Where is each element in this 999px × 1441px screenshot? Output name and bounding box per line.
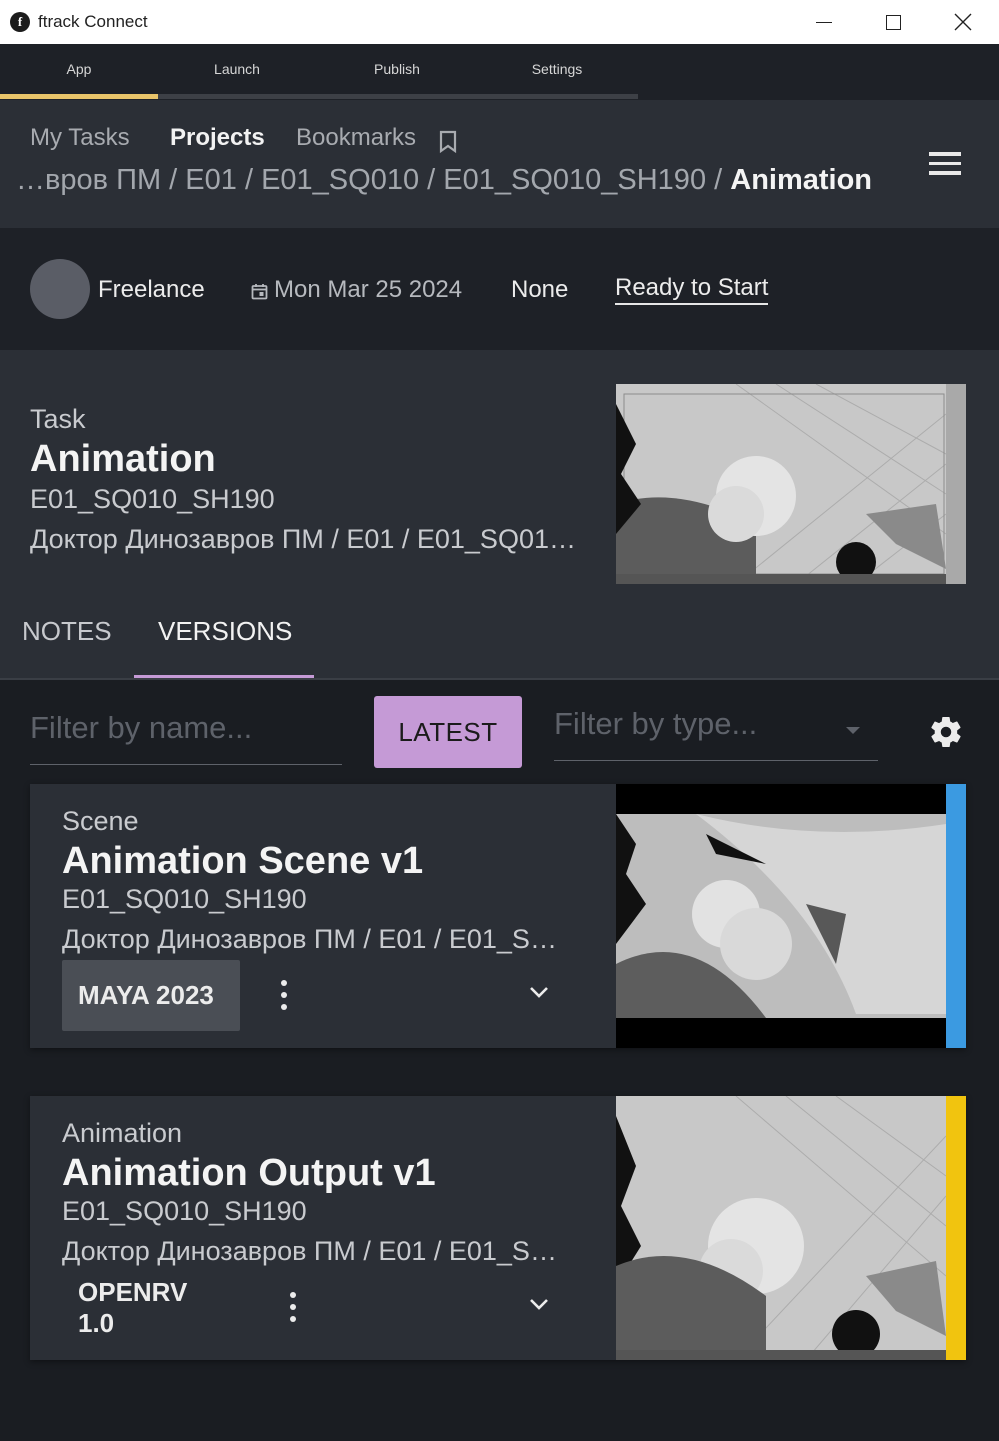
breadcrumb-path[interactable]: …вров ПМ / E01 / E01_SQ010 / E01_SQ010_S…	[16, 164, 730, 196]
version-card[interactable]: Scene Animation Scene v1 E01_SQ010_SH190…	[30, 784, 966, 1048]
tab-versions[interactable]: VERSIONS	[158, 616, 292, 647]
version-path: Доктор Динозавров ПМ / E01 / E01_SQ010 /…	[62, 1236, 576, 1266]
latest-button[interactable]: LATEST	[374, 696, 522, 768]
bookmark-icon[interactable]	[438, 130, 458, 154]
task-thumbnail	[616, 384, 966, 584]
nav-projects[interactable]: Projects	[170, 124, 265, 152]
chevron-down-icon[interactable]	[846, 727, 860, 734]
tab-divider	[0, 678, 999, 680]
maximize-icon	[885, 14, 901, 30]
minimize-icon	[816, 21, 832, 23]
task-name: Animation	[30, 438, 216, 480]
version-shot: E01_SQ010_SH190	[62, 1196, 307, 1226]
task-shot: E01_SQ010_SH190	[30, 484, 275, 514]
hamburger-menu-icon[interactable]	[929, 152, 963, 178]
version-name: Animation Scene v1	[62, 840, 424, 882]
top-tab-track	[0, 94, 638, 99]
minimize-button[interactable]	[789, 0, 859, 44]
navigation-header: My Tasks Projects Bookmarks …вров ПМ / E…	[0, 100, 999, 228]
avatar	[30, 259, 90, 319]
gear-icon[interactable]	[928, 714, 964, 750]
more-options-icon[interactable]	[289, 1292, 297, 1322]
version-shot: E01_SQ010_SH190	[62, 884, 307, 914]
chevron-down-icon[interactable]	[528, 984, 550, 1000]
launch-app-button[interactable]: MAYA 2023	[62, 960, 240, 1031]
active-tab-indicator	[0, 94, 158, 99]
tab-launch[interactable]: Launch	[158, 44, 316, 94]
nav-my-tasks[interactable]: My Tasks	[30, 124, 130, 152]
filter-by-type-select[interactable]: Filter by type...	[554, 700, 878, 761]
due-date: Mon Mar 25 2024	[274, 276, 463, 303]
version-thumbnail	[616, 1096, 946, 1360]
top-tab-bar: App Launch Publish Settings	[0, 44, 999, 100]
chevron-down-icon[interactable]	[528, 1296, 550, 1312]
nav-bookmarks[interactable]: Bookmarks	[296, 124, 416, 152]
close-window-button[interactable]	[928, 0, 998, 44]
status-link[interactable]: Ready to Start	[615, 274, 769, 305]
window-title: ftrack Connect	[38, 12, 148, 31]
task-details: Task Animation E01_SQ010_SH190 Доктор Ди…	[0, 350, 999, 680]
breadcrumb-current: Animation	[730, 164, 873, 196]
launch-app-button[interactable]: OPENRV 1.0	[62, 1272, 236, 1343]
close-icon	[954, 13, 972, 31]
tab-settings[interactable]: Settings	[478, 44, 636, 94]
version-path: Доктор Динозавров ПМ / E01 / E01_SQ010 /…	[62, 924, 576, 954]
filter-by-name-input[interactable]: Filter by name...	[30, 700, 342, 765]
version-type: Scene	[62, 806, 139, 836]
version-type: Animation	[62, 1118, 183, 1148]
calendar-icon	[251, 284, 268, 300]
version-status-strip	[946, 784, 966, 1048]
version-name: Animation Output v1	[62, 1152, 436, 1194]
version-thumbnail	[616, 784, 946, 1048]
tab-app[interactable]: App	[0, 44, 158, 94]
more-options-icon[interactable]	[280, 980, 288, 1010]
task-path: Доктор Динозавров ПМ / E01 / E01_SQ010 /…	[30, 524, 578, 554]
breadcrumb: …вров ПМ / E01 / E01_SQ010 / E01_SQ010_S…	[16, 164, 872, 197]
window-titlebar: f ftrack Connect	[0, 0, 999, 44]
version-status-strip	[946, 1096, 966, 1360]
version-card[interactable]: Animation Animation Output v1 E01_SQ010_…	[30, 1096, 966, 1360]
priority-label: None	[511, 276, 569, 303]
assignee-label: Freelance	[98, 276, 205, 303]
tab-notes[interactable]: NOTES	[22, 616, 112, 647]
maximize-button[interactable]	[858, 0, 928, 44]
ftrack-logo-icon: f	[10, 12, 30, 32]
tab-publish[interactable]: Publish	[318, 44, 476, 94]
task-type-label: Task	[30, 404, 86, 434]
task-info-bar: Freelance Mon Mar 25 2024 None Ready to …	[0, 228, 999, 350]
